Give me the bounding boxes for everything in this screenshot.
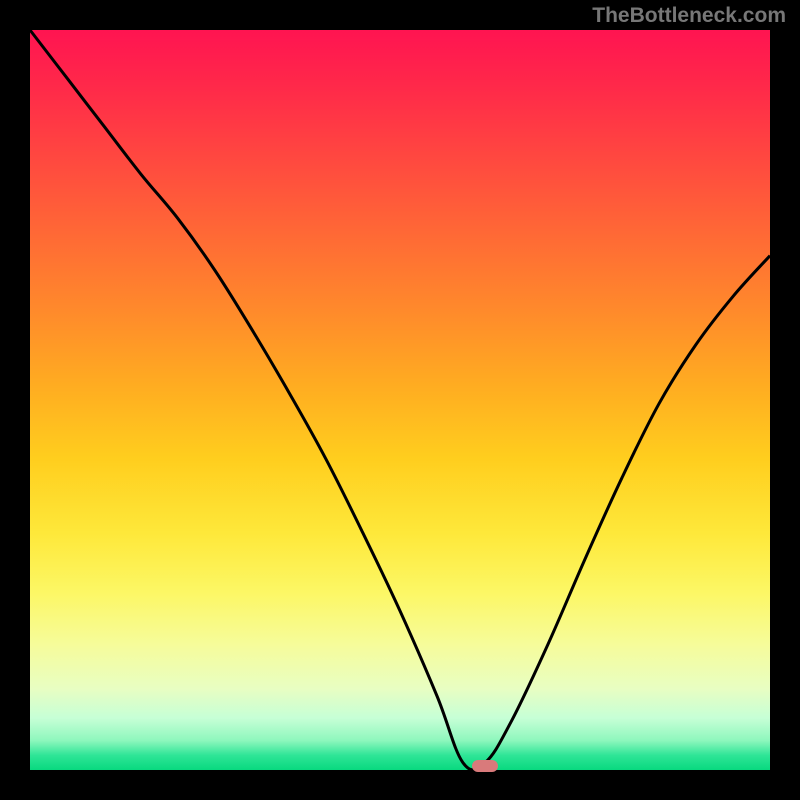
bottleneck-curve bbox=[30, 30, 770, 770]
watermark-text: TheBottleneck.com bbox=[592, 4, 786, 28]
curve-layer bbox=[30, 30, 770, 770]
optimum-marker bbox=[472, 760, 498, 772]
chart-frame: TheBottleneck.com bbox=[0, 0, 800, 800]
